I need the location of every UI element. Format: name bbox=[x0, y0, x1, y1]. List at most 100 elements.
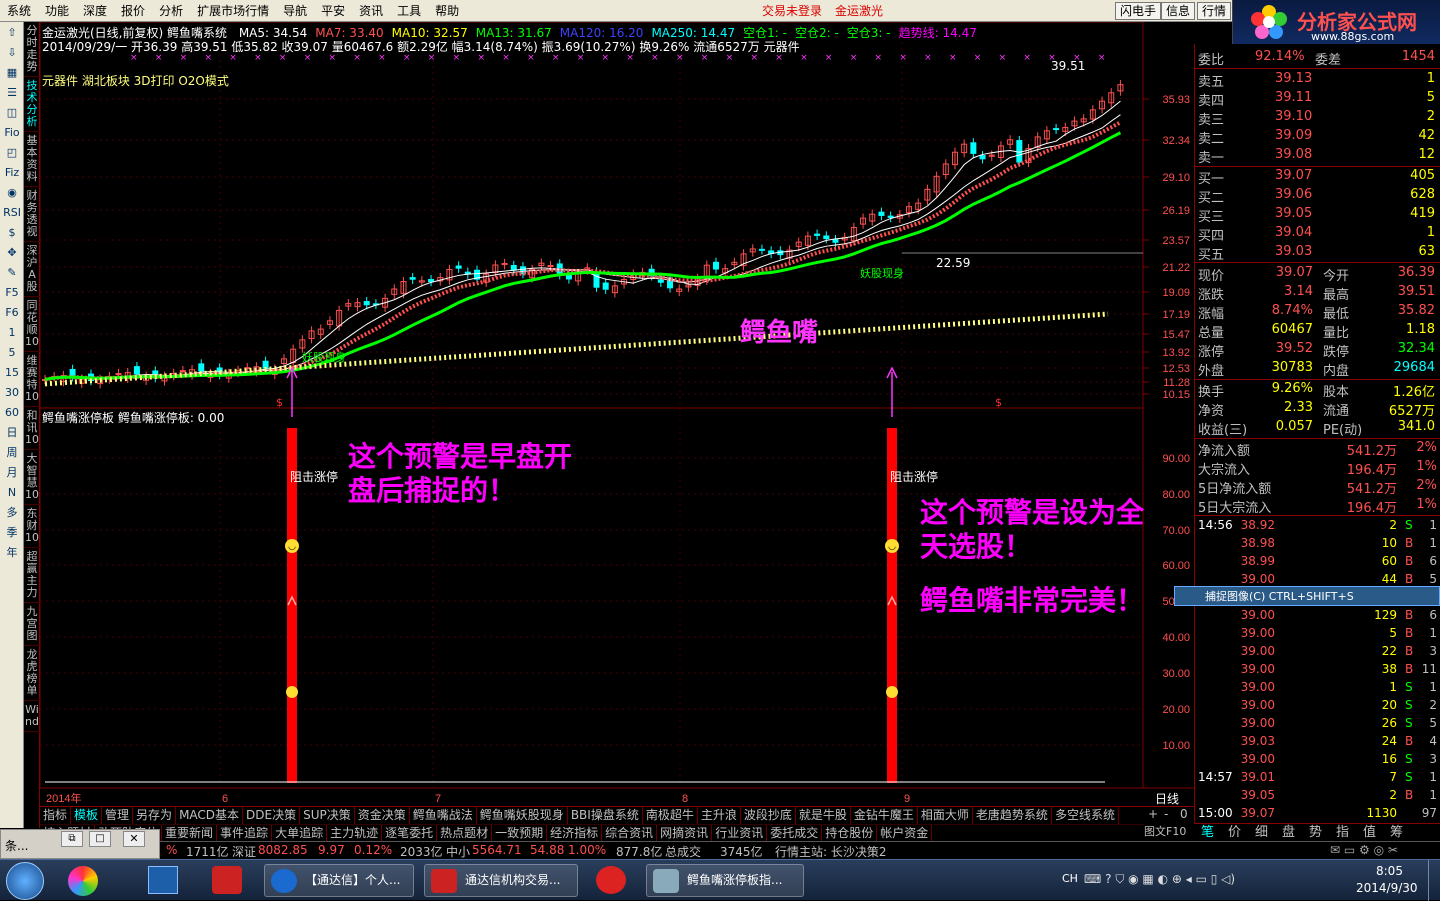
quote-button[interactable]: 行情 bbox=[1197, 2, 1232, 20]
left-tool-3[interactable]: ☰ bbox=[2, 84, 22, 102]
vtab-11[interactable]: 九宫图 bbox=[24, 603, 40, 646]
left-tool-8[interactable]: ◉ bbox=[2, 184, 22, 202]
menu-item-3[interactable]: 报价 bbox=[114, 0, 152, 22]
show-desktop[interactable] bbox=[1428, 860, 1440, 901]
indicator-tab-12[interactable]: 主升浪 bbox=[698, 807, 741, 824]
vtab-6[interactable]: 维赛特10 bbox=[24, 352, 40, 407]
left-tool-20[interactable]: 日 bbox=[2, 424, 22, 442]
left-tool-7[interactable]: Fiz bbox=[2, 164, 22, 182]
left-tool-5[interactable]: Fio bbox=[2, 124, 22, 142]
indicator-tab-16[interactable]: 相面大师 bbox=[918, 807, 973, 824]
vtab-0[interactable]: 分时走势 bbox=[24, 22, 40, 77]
indicator-tab-5[interactable]: DDE决策 bbox=[243, 807, 301, 824]
mini-window[interactable]: 条... ⧉ □ ✕ bbox=[0, 829, 160, 859]
close-icon[interactable]: ✕ bbox=[123, 831, 145, 847]
left-tool-17[interactable]: 15 bbox=[2, 364, 22, 382]
zoom-minus[interactable]: - bbox=[1164, 807, 1168, 821]
app-pin-icon[interactable] bbox=[68, 866, 98, 896]
quote-tab-3[interactable]: 盘 bbox=[1275, 824, 1302, 841]
restore-icon[interactable]: ⧉ bbox=[61, 831, 83, 847]
vtab-12[interactable]: 龙虎榜单 bbox=[24, 646, 40, 701]
left-tool-1[interactable]: ⇩ bbox=[2, 44, 22, 62]
status-window-icons[interactable]: ✉ ▭ ⚙ ◎ ✂ bbox=[1330, 843, 1398, 857]
login-status[interactable]: 交易未登录 bbox=[762, 0, 822, 22]
vtab-1[interactable]: 技术分析 bbox=[24, 77, 40, 132]
indicator-tab-15[interactable]: 金钻牛魔王 bbox=[851, 807, 918, 824]
info-button[interactable]: 信息 bbox=[1161, 2, 1196, 20]
info-tab-6[interactable]: 逐笔委托 bbox=[382, 825, 438, 841]
lang-indicator[interactable]: CH bbox=[1062, 872, 1078, 885]
indicator-tab-7[interactable]: 资金决策 bbox=[355, 807, 410, 824]
menu-item-5[interactable]: 扩展市场行情 bbox=[190, 0, 276, 22]
tdx-pin-icon[interactable] bbox=[212, 866, 242, 894]
x-mode[interactable]: 日线 bbox=[1155, 790, 1179, 807]
left-tool-9[interactable]: RSI bbox=[2, 204, 22, 222]
left-tool-2[interactable]: ▦ bbox=[2, 64, 22, 82]
info-tab-4[interactable]: 大单追踪 bbox=[272, 825, 328, 841]
left-tool-26[interactable]: 年 bbox=[2, 544, 22, 562]
indicator-tab-14[interactable]: 就是牛股 bbox=[796, 807, 851, 824]
clock-date[interactable]: 2014/9/30 bbox=[1356, 881, 1418, 895]
task-item-2[interactable]: 通达信机构交易... bbox=[424, 864, 578, 897]
info-tab-14[interactable]: 持仓股份 bbox=[822, 825, 878, 841]
indicator-tab-11[interactable]: 南极超牛 bbox=[643, 807, 698, 824]
vtab-8[interactable]: 大智慧10 bbox=[24, 450, 40, 505]
indicator-tab-8[interactable]: 鳄鱼嘴战法 bbox=[410, 807, 477, 824]
info-tab-7[interactable]: 热点题材 bbox=[437, 825, 493, 841]
menu-item-10[interactable]: 帮助 bbox=[428, 0, 466, 22]
info-tab-13[interactable]: 委托成交 bbox=[767, 825, 823, 841]
quote-tab-5[interactable]: 指 bbox=[1329, 824, 1356, 841]
explorer-pin-icon[interactable] bbox=[148, 866, 178, 894]
indicator-tab-4[interactable]: MACD基本 bbox=[176, 807, 244, 824]
clock-time[interactable]: 8:05 bbox=[1376, 864, 1403, 878]
left-tool-23[interactable]: N bbox=[2, 484, 22, 502]
menu-item-0[interactable]: 系统 bbox=[0, 0, 38, 22]
menu-item-9[interactable]: 工具 bbox=[390, 0, 428, 22]
indicator-tab-10[interactable]: BBI操盘系统 bbox=[568, 807, 643, 824]
menu-item-2[interactable]: 深度 bbox=[76, 0, 114, 22]
indicator-tab-17[interactable]: 老唐趋势系统 bbox=[973, 807, 1052, 824]
indicator-tab-13[interactable]: 波段抄底 bbox=[741, 807, 796, 824]
left-tool-4[interactable]: ◫ bbox=[2, 104, 22, 122]
left-tool-18[interactable]: 30 bbox=[2, 384, 22, 402]
left-tool-10[interactable]: $ bbox=[2, 224, 22, 242]
app2-pin-icon[interactable] bbox=[596, 866, 626, 894]
left-tool-16[interactable]: 5 bbox=[2, 344, 22, 362]
vtab-2[interactable]: 基本资料 bbox=[24, 132, 40, 187]
menu-item-8[interactable]: 资讯 bbox=[352, 0, 390, 22]
quote-tab-2[interactable]: 细 bbox=[1248, 824, 1275, 841]
indicator-tab-0[interactable]: 指标 bbox=[40, 807, 72, 824]
info-tab-9[interactable]: 经济指标 bbox=[547, 825, 603, 841]
vtab-3[interactable]: 财务透视 bbox=[24, 187, 40, 242]
menu-item-4[interactable]: 分析 bbox=[152, 0, 190, 22]
left-tool-12[interactable]: ✎ bbox=[2, 264, 22, 282]
indicator-tab-9[interactable]: 鳄鱼嘴妖股现身 bbox=[477, 807, 568, 824]
maximize-icon[interactable]: □ bbox=[89, 831, 111, 847]
left-tool-21[interactable]: 周 bbox=[2, 444, 22, 462]
menu-item-7[interactable]: 平安 bbox=[314, 0, 352, 22]
quote-tab-0[interactable]: 笔 bbox=[1194, 824, 1221, 841]
left-tool-14[interactable]: F6 bbox=[2, 304, 22, 322]
menu-item-6[interactable]: 导航 bbox=[276, 0, 314, 22]
vtab-10[interactable]: 超赢主力 bbox=[24, 548, 40, 603]
task-item-3[interactable]: 鳄鱼嘴涨停板指... bbox=[646, 864, 804, 897]
left-tool-24[interactable]: 多 bbox=[2, 504, 22, 522]
quote-tab-4[interactable]: 势 bbox=[1302, 824, 1329, 841]
task-item-1[interactable]: 【通达信】个人... bbox=[264, 864, 414, 897]
capture-popup[interactable]: 捕捉图像(C) CTRL+SHIFT+S bbox=[1174, 586, 1440, 606]
info-tab-12[interactable]: 行业资讯 bbox=[712, 825, 768, 841]
info-tab-2[interactable]: 重要新闻 bbox=[162, 825, 218, 841]
f10-button[interactable]: 图文F10 bbox=[1144, 824, 1194, 841]
menu-item-1[interactable]: 功能 bbox=[38, 0, 76, 22]
quote-tab-1[interactable]: 价 bbox=[1221, 824, 1248, 841]
chart-area[interactable]: 35.93 32.34 29.10 26.19 23.57 21.22 19.09 17.19… bbox=[40, 22, 1194, 806]
left-tool-13[interactable]: F5 bbox=[2, 284, 22, 302]
start-button[interactable] bbox=[6, 862, 44, 900]
indicator-tab-2[interactable]: 管理 bbox=[102, 807, 134, 824]
left-tool-0[interactable]: ⇧ bbox=[2, 24, 22, 42]
vtab-9[interactable]: 东财10 bbox=[24, 505, 40, 548]
zoom-zero[interactable]: 0 bbox=[1180, 807, 1188, 821]
indicator-tab-18[interactable]: 多空线系统 bbox=[1052, 807, 1119, 824]
info-tab-3[interactable]: 事件追踪 bbox=[217, 825, 273, 841]
quote-tab-6[interactable]: 值 bbox=[1356, 824, 1383, 841]
